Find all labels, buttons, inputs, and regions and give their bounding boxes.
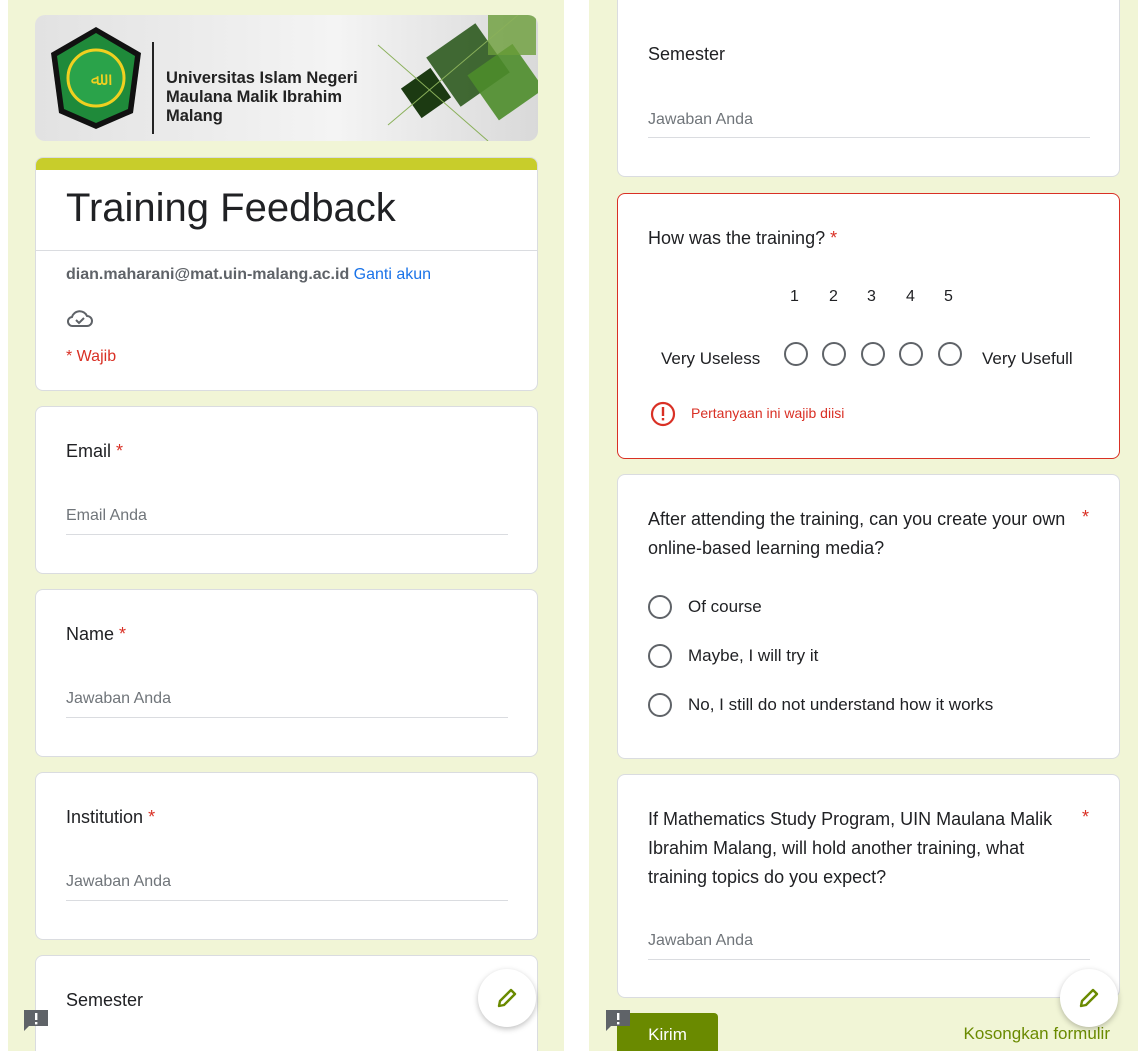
input-underline [66, 534, 508, 535]
form-title-card: Training Feedback dian.maharani@mat.uin-… [35, 157, 538, 391]
option-radio-1[interactable] [648, 595, 672, 619]
name-input[interactable]: Jawaban Anda [66, 690, 171, 708]
scale-high-label: Very Usefull [982, 349, 1073, 368]
edit-fab-button[interactable] [478, 969, 536, 1027]
scale-number-3: 3 [867, 288, 876, 305]
report-feedback-icon[interactable] [605, 1009, 631, 1031]
question-card-email: Email * Email Anda [35, 406, 538, 574]
input-underline [66, 900, 508, 901]
question-card-semester: Semester [35, 955, 538, 1051]
question-card-institution: Institution * Jawaban Anda [35, 772, 538, 940]
banner-university-name: Universitas Islam Negeri Maulana Malik I… [166, 69, 358, 125]
required-mark: * [1082, 507, 1090, 527]
error-icon [650, 401, 676, 427]
title-divider [36, 250, 537, 251]
question-card-name: Name * Jawaban Anda [35, 589, 538, 757]
pencil-icon [497, 988, 517, 1008]
question-label: Institution * [66, 807, 156, 827]
clear-form-link[interactable]: Kosongkan formulir [964, 1024, 1110, 1044]
rating-radio-1[interactable] [784, 342, 808, 366]
scale-number-1: 1 [790, 288, 799, 305]
option-radio-2[interactable] [648, 644, 672, 668]
email-input[interactable]: Email Anda [66, 507, 147, 525]
option-label-2[interactable]: Maybe, I will try it [688, 646, 818, 666]
left-form-panel: ﷲ Universitas Islam Negeri Maulana Malik… [8, 0, 564, 1051]
rating-radio-2[interactable] [822, 342, 846, 366]
submit-button[interactable]: Kirim [617, 1013, 718, 1051]
question-label: If Mathematics Study Program, UIN Maulan… [648, 809, 1053, 887]
scale-low-label: Very Useless [661, 349, 761, 368]
semester-input[interactable]: Jawaban Anda [648, 111, 753, 129]
rating-radio-4[interactable] [899, 342, 923, 366]
rating-radio-5[interactable] [938, 342, 962, 366]
right-form-panel: Semester Jawaban Anda How was the traini… [589, 0, 1138, 1051]
account-email: dian.maharani@mat.uin-malang.ac.id [66, 266, 350, 283]
error-message: Pertanyaan ini wajib diisi [691, 405, 845, 421]
institution-input[interactable]: Jawaban Anda [66, 873, 171, 891]
edit-fab-button[interactable] [1060, 969, 1118, 1027]
input-underline [648, 137, 1090, 138]
option-radio-3[interactable] [648, 693, 672, 717]
form-title: Training Feedback [66, 186, 396, 230]
question-card-rating: How was the training? * 1 2 3 4 5 Very U… [617, 193, 1120, 459]
required-note: * Wajib [66, 348, 117, 365]
scale-number-5: 5 [944, 288, 953, 305]
banner-decoration [377, 15, 538, 141]
topics-input[interactable]: Jawaban Anda [648, 932, 753, 950]
input-underline [648, 959, 1090, 960]
question-label: After attending the training, can you cr… [648, 509, 1066, 558]
question-card-topics: If Mathematics Study Program, UIN Maulan… [617, 774, 1120, 998]
university-logo: ﷲ [51, 27, 141, 129]
cloud-saved-icon [66, 310, 93, 327]
header-banner: ﷲ Universitas Islam Negeri Maulana Malik… [35, 15, 538, 141]
question-card-semester: Semester Jawaban Anda [617, 0, 1120, 177]
option-label-1[interactable]: Of course [688, 597, 762, 617]
required-mark: * [1082, 807, 1090, 827]
scale-number-2: 2 [829, 288, 838, 305]
question-label: Semester [648, 44, 726, 64]
input-underline [66, 717, 508, 718]
title-accent-bar [36, 158, 537, 170]
banner-divider [152, 42, 154, 134]
scale-number-4: 4 [906, 288, 915, 305]
question-label: Semester [66, 990, 144, 1010]
option-label-3[interactable]: No, I still do not understand how it wor… [688, 695, 993, 715]
report-feedback-icon[interactable] [23, 1009, 49, 1031]
rating-radio-3[interactable] [861, 342, 885, 366]
question-label: Name * [66, 624, 127, 644]
question-card-create-media: After attending the training, can you cr… [617, 474, 1120, 759]
question-label: How was the training? * [648, 228, 838, 248]
pencil-icon [1079, 988, 1099, 1008]
switch-account-link[interactable]: Ganti akun [354, 266, 431, 283]
question-label: Email * [66, 441, 124, 461]
